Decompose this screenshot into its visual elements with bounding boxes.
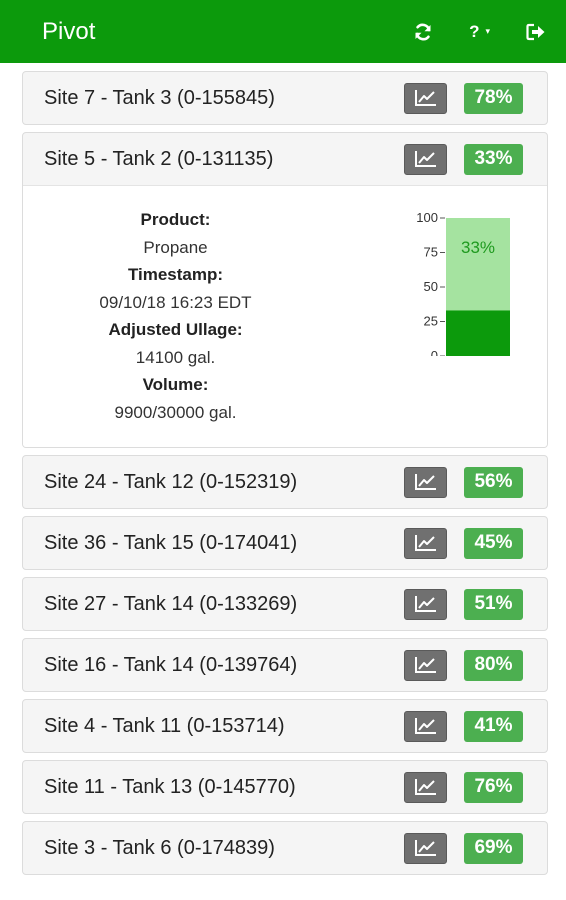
line-chart-icon xyxy=(414,90,436,106)
tank-card-header[interactable]: Site 11 - Tank 13 (0-145770) 76% xyxy=(23,761,547,813)
fill-percent-badge: 69% xyxy=(464,832,523,864)
tank-card: Site 5 - Tank 2 (0-131135) 33% Product: … xyxy=(22,132,548,448)
tank-detail-panel: Product: Propane Timestamp: 09/10/18 16:… xyxy=(23,185,547,447)
y-tick-label: 100 xyxy=(416,210,438,225)
chart-button[interactable] xyxy=(404,588,447,620)
tank-title: Site 4 - Tank 11 (0-153714) xyxy=(44,714,285,737)
tank-card-header[interactable]: Site 7 - Tank 3 (0-155845) 78% xyxy=(23,72,547,124)
tank-card: Site 27 - Tank 14 (0-133269) 51% xyxy=(22,577,548,631)
fill-percent-badge: 76% xyxy=(464,771,523,803)
chart-button[interactable] xyxy=(404,771,447,803)
volume-label: Volume: xyxy=(142,375,209,394)
y-tick-label: 0 xyxy=(431,348,438,356)
chevron-down-icon: ▾ xyxy=(485,26,490,36)
tank-card-header[interactable]: Site 27 - Tank 14 (0-133269) 51% xyxy=(23,578,547,630)
chart-button[interactable] xyxy=(404,527,447,559)
tank-card: Site 11 - Tank 13 (0-145770) 76% xyxy=(22,760,548,814)
tank-card-header[interactable]: Site 24 - Tank 12 (0-152319) 56% xyxy=(23,456,547,508)
help-menu-button[interactable]: ? ▾ xyxy=(469,22,490,42)
tank-title: Site 3 - Tank 6 (0-174839) xyxy=(44,836,275,859)
tank-card-header[interactable]: Site 16 - Tank 14 (0-139764) 80% xyxy=(23,639,547,691)
tank-card: Site 16 - Tank 14 (0-139764) 80% xyxy=(22,638,548,692)
tank-title: Site 27 - Tank 14 (0-133269) xyxy=(44,592,298,615)
tank-card-header[interactable]: Site 5 - Tank 2 (0-131135) 33% xyxy=(23,133,547,185)
volume-value: 9900/30000 gal. xyxy=(114,402,237,422)
chart-button[interactable] xyxy=(404,832,447,864)
y-tick-label: 75 xyxy=(424,245,438,260)
timestamp-label: Timestamp: xyxy=(127,265,224,284)
tank-card: Site 4 - Tank 11 (0-153714) 41% xyxy=(22,699,548,753)
gauge-data-label: 33% xyxy=(461,238,495,257)
chart-button[interactable] xyxy=(404,649,447,681)
line-chart-icon xyxy=(414,535,436,551)
chart-button[interactable] xyxy=(404,466,447,498)
tank-title: Site 16 - Tank 14 (0-139764) xyxy=(44,653,298,676)
fill-percent-badge: 80% xyxy=(464,649,523,681)
timestamp-value: 09/10/18 16:23 EDT xyxy=(99,292,252,312)
tank-card-header[interactable]: Site 4 - Tank 11 (0-153714) 41% xyxy=(23,700,547,752)
y-tick-label: 25 xyxy=(424,314,438,329)
line-chart-icon xyxy=(414,840,436,856)
chart-button[interactable] xyxy=(404,82,447,114)
tank-card: Site 7 - Tank 3 (0-155845) 78% xyxy=(22,71,548,125)
product-value: Propane xyxy=(143,237,208,257)
sign-out-icon[interactable] xyxy=(526,23,546,41)
tank-details: Product: Propane Timestamp: 09/10/18 16:… xyxy=(23,206,328,447)
tank-title: Site 7 - Tank 3 (0-155845) xyxy=(44,86,275,109)
top-navbar: Pivot ? ▾ xyxy=(0,0,566,63)
ullage-value: 14100 gal. xyxy=(135,347,216,367)
refresh-icon[interactable] xyxy=(413,22,433,42)
tank-title: Site 11 - Tank 13 (0-145770) xyxy=(44,775,296,798)
tank-card-header[interactable]: Site 3 - Tank 6 (0-174839) 69% xyxy=(23,822,547,874)
fill-percent-badge: 33% xyxy=(464,143,523,175)
gauge-fill-bar xyxy=(446,310,510,356)
chart-button[interactable] xyxy=(404,710,447,742)
line-chart-icon xyxy=(414,474,436,490)
fill-percent-badge: 41% xyxy=(464,710,523,742)
tank-level-svg: 100 75 50 25 0 33% xyxy=(416,210,510,363)
help-label: ? xyxy=(469,21,480,41)
tank-card: Site 3 - Tank 6 (0-174839) 69% xyxy=(22,821,548,875)
line-chart-icon xyxy=(414,657,436,673)
fill-percent-badge: 45% xyxy=(464,527,523,559)
app-title[interactable]: Pivot xyxy=(42,18,413,46)
chart-button[interactable] xyxy=(404,143,447,175)
tank-level-chart: 100 75 50 25 0 33% xyxy=(328,206,547,447)
y-tick-label: 50 xyxy=(424,279,438,294)
tank-list: Site 7 - Tank 3 (0-155845) 78% Site 5 - … xyxy=(0,63,566,875)
product-label: Product: xyxy=(140,210,211,229)
fill-percent-badge: 78% xyxy=(464,82,523,114)
line-chart-icon xyxy=(414,151,436,167)
tank-title: Site 5 - Tank 2 (0-131135) xyxy=(44,147,274,170)
ullage-label: Adjusted Ullage: xyxy=(108,320,243,339)
nav-actions: ? ▾ xyxy=(413,22,546,42)
fill-percent-badge: 56% xyxy=(464,466,523,498)
line-chart-icon xyxy=(414,779,436,795)
tank-card-header[interactable]: Site 36 - Tank 15 (0-174041) 45% xyxy=(23,517,547,569)
fill-percent-badge: 51% xyxy=(464,588,523,620)
tank-title: Site 24 - Tank 12 (0-152319) xyxy=(44,470,298,493)
line-chart-icon xyxy=(414,718,436,734)
tank-title: Site 36 - Tank 15 (0-174041) xyxy=(44,531,298,554)
tank-card: Site 24 - Tank 12 (0-152319) 56% xyxy=(22,455,548,509)
line-chart-icon xyxy=(414,596,436,612)
tank-card: Site 36 - Tank 15 (0-174041) 45% xyxy=(22,516,548,570)
